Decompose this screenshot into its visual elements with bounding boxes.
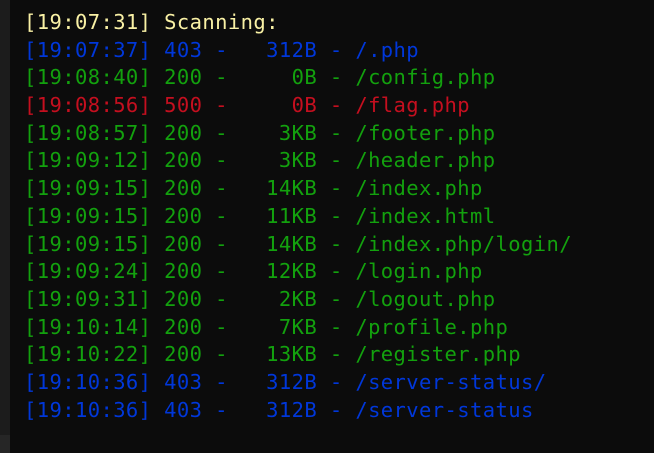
scan-result-line: [19:08:57] 200 - 3KB - /footer.php [24, 120, 496, 145]
scan-result-line: [19:07:37] 403 - 312B - /.php [24, 37, 420, 62]
result-size: 312B [240, 369, 318, 394]
result-status-code: 200 [164, 286, 203, 311]
result-status-code: 200 [164, 65, 203, 90]
result-timestamp: [19:09:12] [24, 148, 152, 173]
scan-result-line: [19:10:36] 403 - 312B - /server-status [24, 397, 534, 422]
scan-result-line: [19:08:56] 500 - 0B - /flag.php [24, 93, 471, 118]
result-timestamp: [19:09:31] [24, 286, 152, 311]
result-size: 14KB [240, 176, 318, 201]
header-label: Scanning: [164, 10, 279, 34]
scan-result-line: [19:09:15] 200 - 14KB - /index.php [24, 176, 483, 201]
result-path: /profile.php [355, 314, 509, 339]
result-path: /header.php [355, 148, 496, 173]
result-size: 3KB [240, 120, 318, 145]
result-timestamp: [19:10:22] [24, 342, 152, 367]
result-path: /index.php/login/ [355, 231, 572, 256]
scrollbar-thumb[interactable] [0, 435, 10, 453]
result-timestamp: [19:08:56] [24, 93, 152, 118]
scan-result-line: [19:08:40] 200 - 0B - /config.php [24, 65, 496, 90]
scan-result-line: [19:09:24] 200 - 12KB - /login.php [24, 259, 483, 284]
result-size: 0B [240, 93, 318, 118]
result-status-code: 200 [164, 120, 203, 145]
result-status-code: 200 [164, 342, 203, 367]
result-timestamp: [19:09:15] [24, 176, 152, 201]
scan-result-line: [19:10:22] 200 - 13KB - /register.php [24, 342, 521, 367]
result-size: 312B [240, 397, 318, 422]
result-size: 13KB [240, 342, 318, 367]
result-path: /login.php [355, 259, 483, 284]
result-status-code: 200 [164, 203, 203, 228]
scan-results: [19:07:37] 403 - 312B - /.php [19:08:40] … [24, 37, 654, 425]
result-size: 14KB [240, 231, 318, 256]
result-status-code: 200 [164, 231, 203, 256]
scan-result-line: [19:09:12] 200 - 3KB - /header.php [24, 148, 496, 173]
result-timestamp: [19:09:15] [24, 231, 152, 256]
header-timestamp: [19:07:31] [24, 10, 152, 34]
result-size: 2KB [240, 286, 318, 311]
result-path: /register.php [355, 342, 521, 367]
scan-result-line: [19:09:15] 200 - 11KB - /index.html [24, 203, 496, 228]
result-status-code: 200 [164, 176, 203, 201]
scan-result-line: [19:10:36] 403 - 312B - /server-status/ [24, 369, 547, 394]
result-status-code: 403 [164, 37, 203, 62]
result-path: /footer.php [355, 120, 496, 145]
terminal-window[interactable]: [19:07:31] Scanning: [19:07:37] 403 - 31… [0, 0, 654, 453]
result-status-code: 403 [164, 397, 203, 422]
result-path: /server-status [355, 397, 534, 422]
result-status-code: 403 [164, 369, 203, 394]
result-timestamp: [19:08:57] [24, 120, 152, 145]
scan-result-line: [19:09:15] 200 - 14KB - /index.php/login… [24, 231, 572, 256]
result-status-code: 200 [164, 314, 203, 339]
result-path: /server-status/ [355, 369, 547, 394]
result-timestamp: [19:08:40] [24, 65, 152, 90]
result-path: /logout.php [355, 286, 496, 311]
result-size: 3KB [240, 148, 318, 173]
result-timestamp: [19:09:15] [24, 203, 152, 228]
result-timestamp: [19:07:37] [24, 37, 152, 62]
result-status-code: 200 [164, 259, 203, 284]
result-size: 312B [240, 37, 318, 62]
result-status-code: 500 [164, 93, 203, 118]
result-timestamp: [19:10:36] [24, 369, 152, 394]
scrollbar[interactable] [0, 0, 10, 453]
result-path: /index.php [355, 176, 483, 201]
result-size: 11KB [240, 203, 318, 228]
result-timestamp: [19:09:24] [24, 259, 152, 284]
result-size: 0B [240, 65, 318, 90]
result-size: 7KB [240, 314, 318, 339]
result-path: /index.html [355, 203, 496, 228]
scan-result-line: [19:09:31] 200 - 2KB - /logout.php [24, 286, 496, 311]
scan-result-line: [19:10:14] 200 - 7KB - /profile.php [24, 314, 509, 339]
result-path: /config.php [355, 65, 496, 90]
result-timestamp: [19:10:14] [24, 314, 152, 339]
result-path: /.php [355, 37, 420, 62]
result-status-code: 200 [164, 148, 203, 173]
result-size: 12KB [240, 259, 318, 284]
result-path: /flag.php [355, 93, 471, 118]
scan-header-line: [19:07:31] Scanning: [24, 9, 654, 37]
result-timestamp: [19:10:36] [24, 397, 152, 422]
